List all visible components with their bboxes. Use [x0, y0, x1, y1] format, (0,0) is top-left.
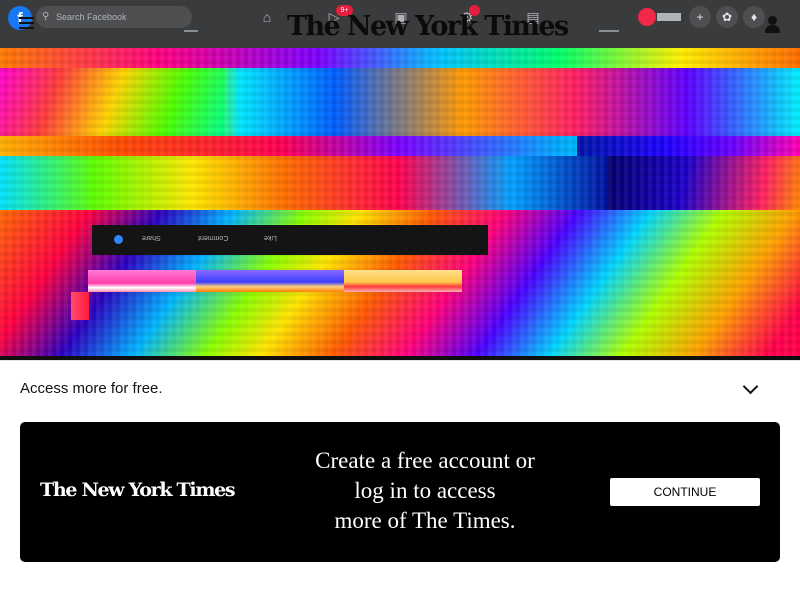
chevron-down-icon[interactable] — [742, 378, 759, 395]
notifications-icon[interactable]: ♦ — [743, 6, 765, 28]
corrupted-page-area: Share Comment Like — [0, 48, 800, 360]
share-button[interactable]: Share — [142, 234, 161, 241]
hamburger-menu-icon[interactable] — [19, 17, 34, 32]
glitch-block — [196, 270, 344, 292]
search-placeholder: Search Facebook — [56, 12, 127, 22]
messenger-icon[interactable]: ✿ — [716, 6, 738, 28]
avatar — [114, 235, 123, 244]
home-icon[interactable]: ⌂ — [259, 9, 275, 25]
promo-message: Create a free account or log in to acces… — [290, 446, 560, 536]
facebook-header: f ⚲ Search Facebook ⌂ ▷ 9+ ▣ ⚙ ▤ The New… — [0, 0, 800, 48]
nyt-masthead-logo[interactable]: The New York Times — [287, 8, 569, 46]
promo-line-1: Create a free account or — [315, 448, 535, 473]
recording-bar — [657, 13, 681, 21]
divider — [184, 30, 198, 32]
promo-line-2: log in to access — [354, 478, 496, 503]
divider — [599, 30, 619, 32]
access-more-text: Access more for free. — [20, 380, 163, 397]
free-account-promo-card: The New York Times Create a free account… — [20, 422, 780, 562]
search-icon: ⚲ — [42, 11, 50, 22]
comment-button[interactable]: Comment — [198, 234, 228, 241]
continue-button[interactable]: CONTINUE — [610, 478, 760, 506]
access-more-banner[interactable]: Access more for free. — [0, 360, 800, 418]
like-button[interactable]: Like — [264, 234, 277, 241]
glitch-block — [88, 270, 196, 292]
account-icon[interactable] — [764, 16, 782, 34]
nyt-logo: The New York Times — [40, 479, 236, 501]
plus-icon[interactable]: + — [689, 6, 711, 28]
promo-line-3: more of The Times. — [334, 508, 516, 533]
pixel-noise-overlay — [0, 48, 800, 360]
glitch-block — [344, 270, 462, 292]
search-facebook-input[interactable]: ⚲ Search Facebook — [36, 6, 192, 28]
glitch-block — [71, 292, 89, 320]
recording-dot-icon — [638, 8, 656, 26]
post-action-bar: Share Comment Like — [92, 225, 488, 255]
